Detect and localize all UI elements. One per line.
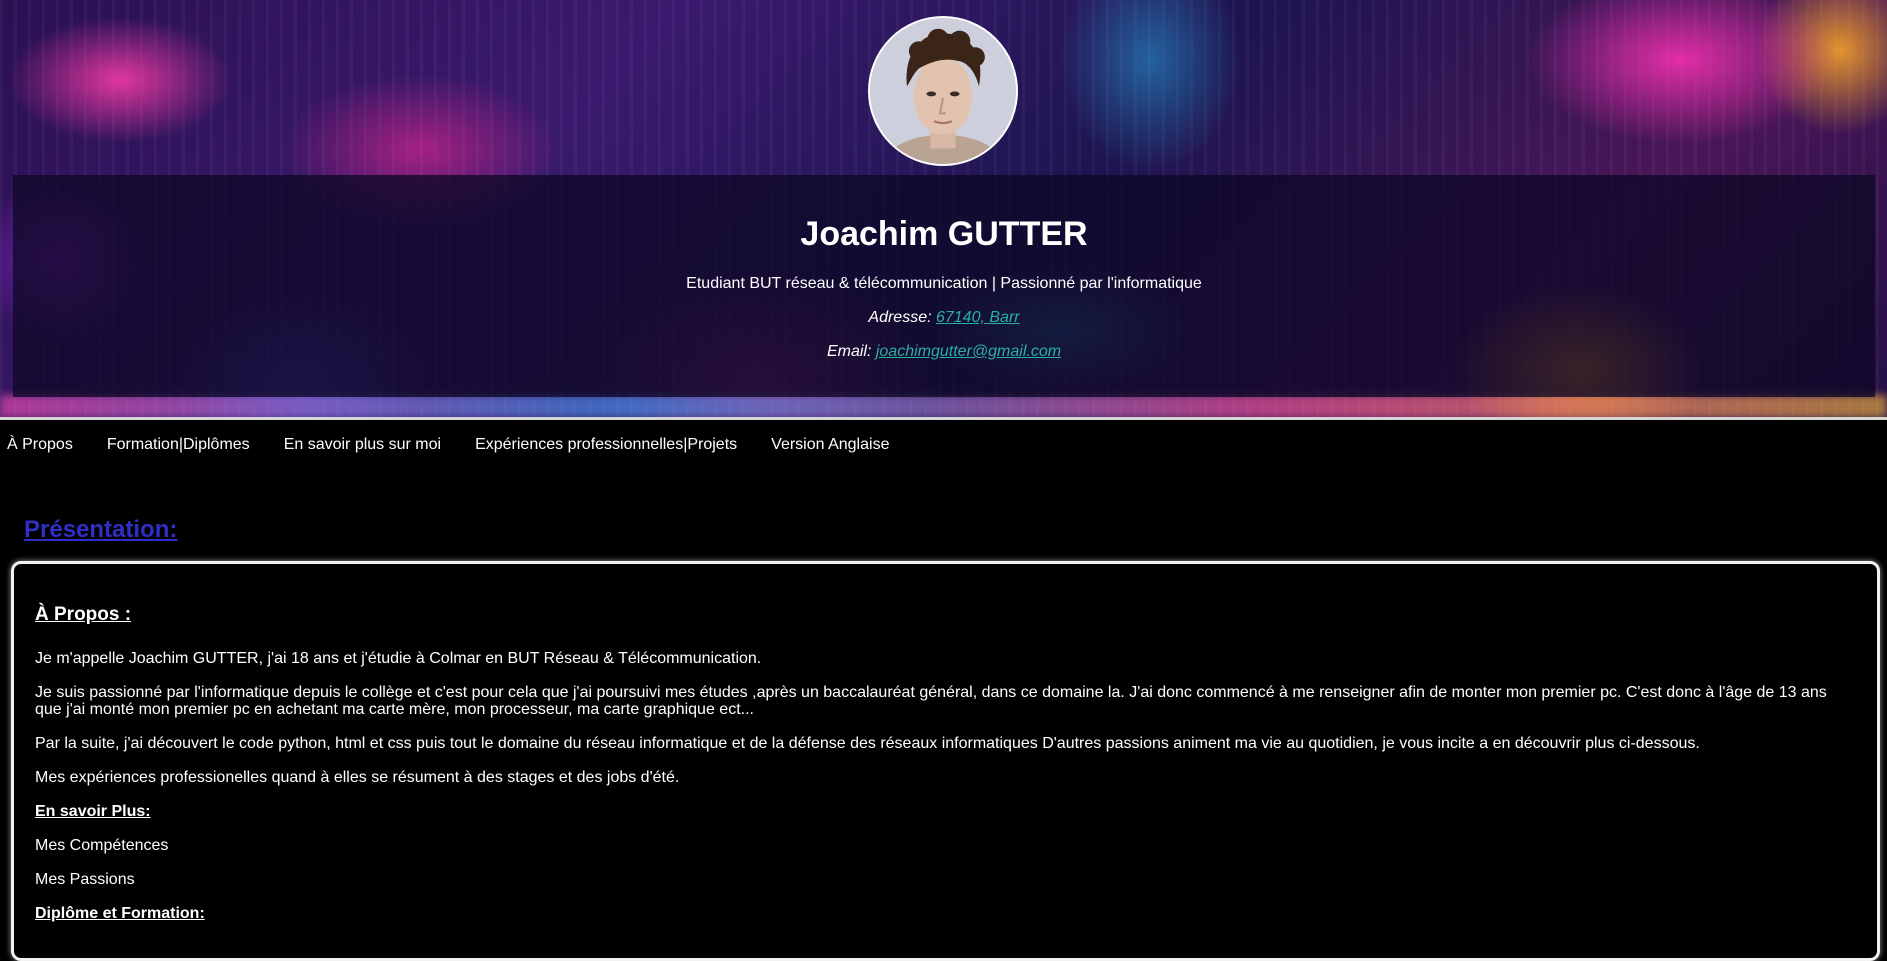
more-item-passions[interactable]: Mes Passions: [35, 871, 1856, 888]
section-title-presentation: Présentation:: [24, 516, 178, 543]
more-item-competences[interactable]: Mes Compétences: [35, 837, 1856, 854]
hero-glow: [0, 395, 1887, 418]
nav-item-en-savoir-plus[interactable]: En savoir plus sur moi: [284, 436, 441, 454]
main-nav: À Propos Formation|Diplômes En savoir pl…: [0, 436, 889, 454]
more-heading: En savoir Plus:: [35, 803, 151, 820]
nav-item-a-propos[interactable]: À Propos: [7, 436, 73, 454]
email-link[interactable]: joachimgutter@gmail.com: [876, 343, 1061, 360]
profile-name: Joachim GUTTER: [800, 215, 1088, 253]
profile-subtitle: Etudiant BUT réseau & télécommunication …: [686, 275, 1202, 292]
presentation-box: À Propos : Je m'appelle Joachim GUTTER, …: [11, 561, 1880, 961]
address-link[interactable]: 67140, Barr: [936, 309, 1020, 326]
nav-item-experiences[interactable]: Expériences professionnelles|Projets: [475, 436, 737, 454]
about-paragraph: Par la suite, j'ai découvert le code pyt…: [35, 735, 1700, 752]
about-paragraph: Je m'appelle Joachim GUTTER, j'ai 18 ans…: [35, 650, 762, 667]
header-panel: Joachim GUTTER Etudiant BUT réseau & tél…: [13, 175, 1875, 397]
address-line: Adresse: 67140, Barr: [13, 309, 1875, 327]
nav-item-version-anglaise[interactable]: Version Anglaise: [771, 436, 889, 454]
hero-banner: Joachim GUTTER Etudiant BUT réseau & tél…: [0, 0, 1887, 418]
about-paragraph: Mes expériences professionelles quand à …: [35, 769, 680, 786]
email-label: Email:: [826, 343, 876, 360]
email-line: Email: joachimgutter@gmail.com: [13, 343, 1875, 361]
about-heading: À Propos :: [35, 604, 132, 625]
profile-photo-icon: [870, 18, 1016, 164]
about-paragraph: Je suis passionné par l'informatique dep…: [35, 684, 1827, 718]
divider: [0, 417, 1887, 420]
profile-avatar: [868, 16, 1018, 166]
address-label: Adresse:: [868, 309, 936, 326]
nav-item-formation[interactable]: Formation|Diplômes: [107, 436, 250, 454]
diploma-heading: Diplôme et Formation:: [35, 905, 205, 922]
